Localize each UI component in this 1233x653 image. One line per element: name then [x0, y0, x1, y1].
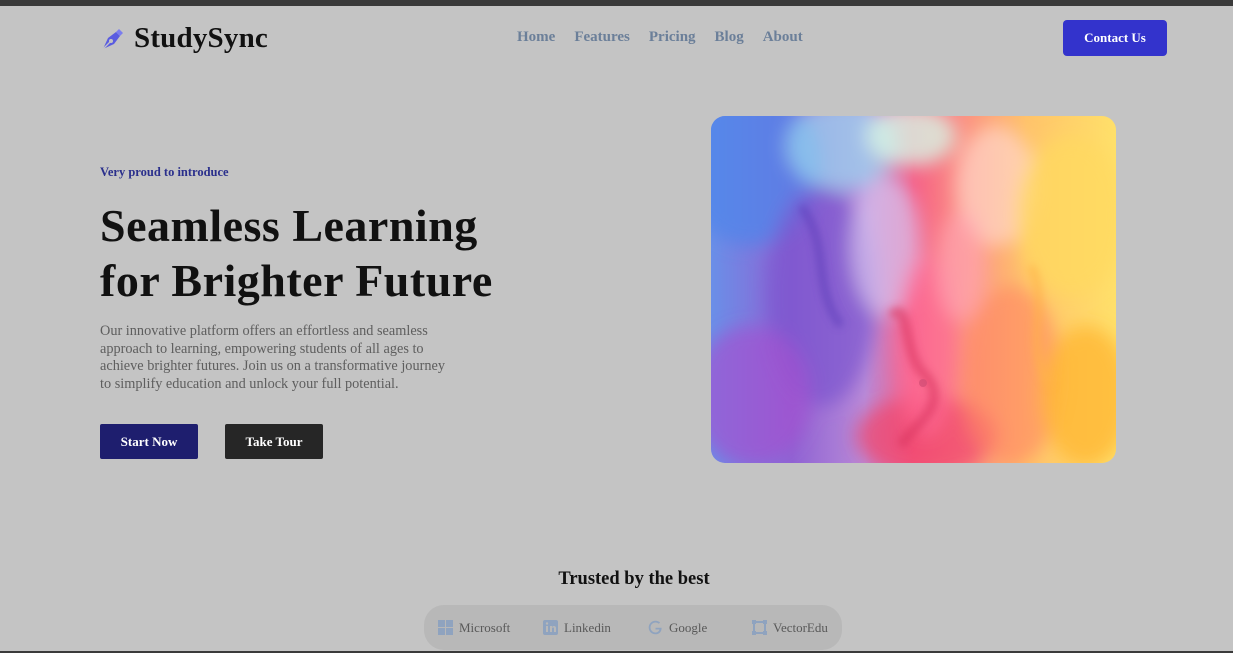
- nav-home[interactable]: Home: [517, 29, 555, 46]
- logo-microsoft: Microsoft: [437, 619, 510, 636]
- nav-pricing[interactable]: Pricing: [649, 29, 696, 46]
- logo-vectoredu: VectorEdu: [751, 619, 828, 636]
- hero-eyebrow: Very proud to introduce: [100, 165, 229, 179]
- nav-blog[interactable]: Blog: [715, 29, 744, 46]
- logo-label: Google: [669, 619, 708, 635]
- logo-label: Linkedin: [564, 619, 611, 635]
- main-nav: Home Features Pricing Blog About: [517, 29, 803, 46]
- vectoredu-icon: [752, 620, 767, 635]
- google-icon: [648, 620, 662, 635]
- start-now-button[interactable]: Start Now: [100, 424, 198, 459]
- logo-google: Google: [647, 619, 707, 636]
- brand-name: StudySync: [134, 22, 268, 54]
- nav-about[interactable]: About: [763, 29, 803, 46]
- take-tour-button[interactable]: Take Tour: [225, 424, 323, 459]
- hero-headline-line-1: Seamless Learning: [100, 200, 478, 251]
- brand-logo[interactable]: StudySync: [100, 22, 268, 55]
- window-top-strip: [0, 0, 1233, 6]
- hero-image: [711, 116, 1116, 463]
- hero-headline: Seamless Learning for Brighter Future: [100, 198, 560, 308]
- hero-headline-line-2: for Brighter Future: [100, 255, 493, 306]
- logo-label: Microsoft: [459, 619, 511, 635]
- trusted-title: Trusted by the best: [558, 569, 710, 589]
- watercolor-artwork: [711, 116, 1116, 463]
- logo-linkedin: Linkedin: [542, 619, 611, 636]
- pen-nib-icon: [102, 28, 123, 49]
- linkedin-icon: [543, 620, 558, 635]
- nav-features[interactable]: Features: [574, 29, 630, 46]
- logo-label: VectorEdu: [773, 619, 828, 635]
- microsoft-icon: [438, 620, 453, 635]
- contact-us-button[interactable]: Contact Us: [1063, 20, 1167, 56]
- logo-strip: Microsoft Linkedin Google VectorEdu: [424, 605, 842, 650]
- hero-description: Our innovative platform offers an effort…: [100, 323, 446, 393]
